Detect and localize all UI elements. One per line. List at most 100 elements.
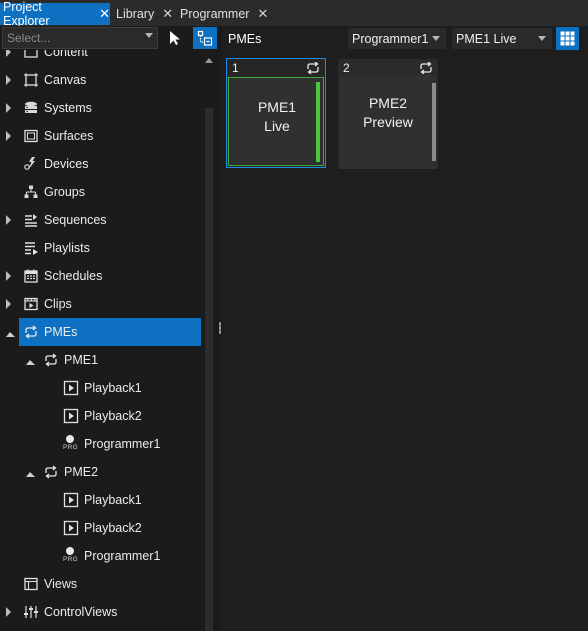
tile-number: 2 bbox=[343, 61, 350, 75]
tree-item-playback2[interactable]: Playback2 bbox=[0, 402, 200, 430]
pme-dropdown[interactable]: PME1 Live bbox=[452, 28, 552, 49]
pme-tile-1[interactable]: 1 PME1 Live bbox=[226, 58, 326, 168]
tree-item-label: Surfaces bbox=[44, 129, 94, 143]
tree-item-programmer1[interactable]: PRG Programmer1 bbox=[0, 430, 200, 458]
tree-item-sequences[interactable]: Sequences bbox=[0, 206, 200, 234]
tree-item-programmer1[interactable]: PRG Programmer1 bbox=[0, 542, 200, 570]
programmer-icon: PRG bbox=[62, 547, 80, 565]
playback-icon bbox=[62, 519, 80, 537]
collapsed-arrow-icon[interactable] bbox=[6, 75, 11, 85]
collapsed-arrow-icon[interactable] bbox=[6, 299, 11, 309]
playback-icon bbox=[62, 491, 80, 509]
tree-item-schedules[interactable]: Schedules bbox=[0, 262, 200, 290]
tree-item-pme2[interactable]: PME2 bbox=[0, 458, 200, 486]
tree-item-pmes[interactable]: PMEs bbox=[6, 318, 201, 346]
scroll-up-icon[interactable] bbox=[205, 58, 213, 63]
close-icon[interactable]: ✕ bbox=[162, 6, 173, 22]
collapsed-arrow-icon[interactable] bbox=[6, 215, 11, 225]
sequences-icon bbox=[22, 211, 40, 229]
level-bar bbox=[316, 82, 320, 162]
panel-title: PMEs bbox=[228, 32, 262, 46]
expanded-arrow-icon[interactable] bbox=[26, 356, 35, 365]
close-icon[interactable]: ✕ bbox=[99, 6, 110, 22]
scroll-thumb[interactable] bbox=[205, 108, 213, 631]
tree-item-systems[interactable]: Systems bbox=[0, 94, 200, 122]
project-explorer-panel: Content Canvas Systems Surfaces Devices Group… bbox=[0, 26, 218, 631]
tree-item-content[interactable]: Content bbox=[0, 50, 200, 66]
select-input[interactable] bbox=[7, 30, 135, 46]
tree-item-label: Playlists bbox=[44, 241, 90, 255]
playback-icon bbox=[62, 407, 80, 425]
cursor-icon bbox=[170, 31, 180, 45]
programmer-badge: PRG bbox=[63, 556, 78, 563]
tree-item-playback1[interactable]: Playback1 bbox=[0, 486, 200, 514]
tab-label: Project Explorer bbox=[3, 0, 50, 28]
tree-item-pme1[interactable]: PME1 bbox=[0, 346, 200, 374]
tree-item-label: Programmer1 bbox=[84, 549, 161, 563]
tree-item-views[interactable]: Views bbox=[0, 570, 200, 598]
select-combobox[interactable] bbox=[2, 27, 158, 49]
tile-subtitle: Preview bbox=[363, 114, 413, 130]
tree-item-surfaces[interactable]: Surfaces bbox=[0, 122, 200, 150]
expanded-arrow-icon[interactable] bbox=[6, 328, 15, 337]
tree-item-label: Canvas bbox=[44, 73, 87, 87]
tile-subtitle: Live bbox=[264, 118, 290, 134]
chevron-down-icon[interactable] bbox=[432, 36, 440, 41]
tree-item-label: Playback1 bbox=[84, 493, 142, 507]
tree-item-groups[interactable]: Groups bbox=[0, 178, 200, 206]
collapsed-arrow-icon[interactable] bbox=[6, 271, 11, 281]
tree-item-label: PME2 bbox=[64, 465, 99, 479]
programmer-icon: PRG bbox=[62, 435, 80, 453]
tile-title: PME2 bbox=[368, 95, 408, 111]
tree-item-playback2[interactable]: Playback2 bbox=[0, 514, 200, 542]
collapsed-arrow-icon[interactable] bbox=[6, 103, 11, 113]
views-icon bbox=[22, 575, 40, 593]
tree-item-label: ControlViews bbox=[44, 605, 118, 619]
tree-item-canvas[interactable]: Canvas bbox=[0, 66, 200, 94]
playlists-icon bbox=[22, 239, 40, 257]
splitter-grip-icon[interactable] bbox=[219, 322, 221, 334]
controlviews-icon bbox=[22, 603, 40, 621]
tree-item-label: Sequences bbox=[44, 213, 107, 227]
tree-item-label: Groups bbox=[44, 185, 85, 199]
tree-item-label: PMEs bbox=[44, 325, 78, 339]
loop-icon bbox=[42, 351, 60, 369]
expanded-arrow-icon[interactable] bbox=[26, 468, 35, 477]
tree-item-label: Clips bbox=[44, 297, 72, 311]
collapsed-arrow-icon[interactable] bbox=[6, 50, 11, 57]
tab-project-explorer[interactable]: Project Explorer ✕ bbox=[0, 0, 110, 28]
level-bar bbox=[432, 83, 436, 161]
collapsed-arrow-icon[interactable] bbox=[6, 607, 11, 617]
schedules-icon bbox=[22, 267, 40, 285]
pme-tile-2[interactable]: 2 PME2 Preview bbox=[338, 59, 438, 169]
tree-item-label: Content bbox=[44, 50, 88, 59]
grid-icon bbox=[560, 31, 575, 46]
loop-icon bbox=[22, 323, 40, 341]
tree-item-playback1[interactable]: Playback1 bbox=[0, 374, 200, 402]
tree-item-label: Playback1 bbox=[84, 381, 142, 395]
chevron-down-icon[interactable] bbox=[145, 33, 153, 38]
tab-library[interactable]: Library ✕ bbox=[113, 3, 175, 25]
tree-scrollbar[interactable] bbox=[203, 58, 215, 631]
programmer-dropdown[interactable]: Programmer1 bbox=[348, 28, 446, 49]
loop-icon bbox=[42, 463, 60, 481]
chevron-down-icon[interactable] bbox=[538, 36, 546, 41]
playback-icon bbox=[62, 379, 80, 397]
close-icon[interactable]: ✕ bbox=[257, 6, 268, 22]
tree-item-devices[interactable]: Devices bbox=[0, 150, 200, 178]
systems-icon bbox=[22, 99, 40, 117]
pme-dropdown-value: PME1 Live bbox=[456, 31, 517, 46]
grid-view-button[interactable] bbox=[556, 27, 579, 50]
pmes-toolbar: PMEs Programmer1 PME1 Live bbox=[222, 26, 588, 52]
pmes-panel: PMEs Programmer1 PME1 Live 1 PME1 Live 2… bbox=[222, 26, 588, 631]
pointer-select-button[interactable] bbox=[163, 27, 187, 49]
tile-preview[interactable]: PME1 Live bbox=[228, 77, 324, 166]
tile-preview[interactable]: PME2 Preview bbox=[340, 75, 436, 169]
tree-item-label: Programmer1 bbox=[84, 437, 161, 451]
tree-item-controlviews[interactable]: ControlViews bbox=[0, 598, 200, 626]
tab-programmer[interactable]: Programmer ✕ bbox=[177, 3, 269, 25]
tree-item-clips[interactable]: Clips bbox=[0, 290, 200, 318]
locate-in-tree-button[interactable] bbox=[193, 27, 217, 49]
collapsed-arrow-icon[interactable] bbox=[6, 131, 11, 141]
tree-item-playlists[interactable]: Playlists bbox=[0, 234, 200, 262]
